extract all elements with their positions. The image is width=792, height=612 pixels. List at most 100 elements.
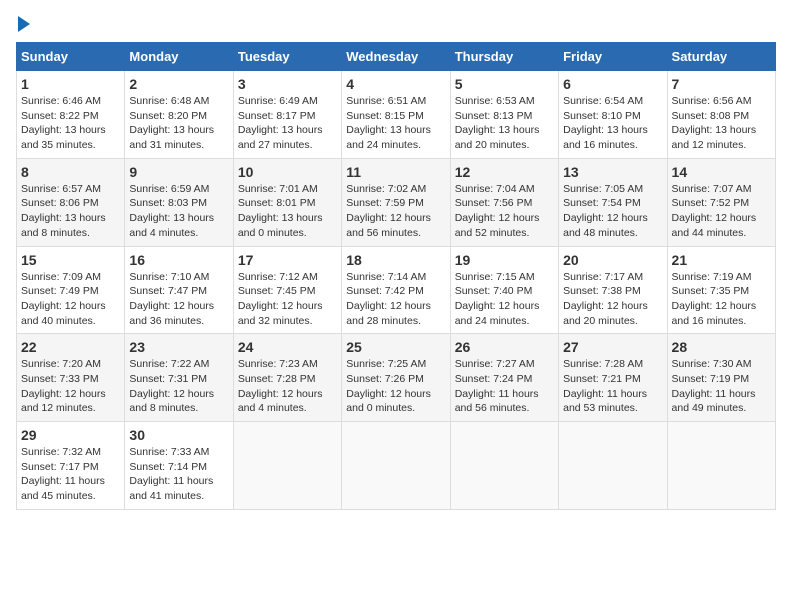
- sunset-label: Sunset: 8:17 PM: [238, 110, 316, 122]
- sunrise-label: Sunrise: 7:28 AM: [563, 358, 643, 370]
- day-info: Sunrise: 7:09 AM Sunset: 7:49 PM Dayligh…: [21, 270, 120, 329]
- sunset-label: Sunset: 7:54 PM: [563, 197, 641, 209]
- calendar-cell: 21 Sunrise: 7:19 AM Sunset: 7:35 PM Dayl…: [667, 246, 775, 334]
- calendar-cell: 5 Sunrise: 6:53 AM Sunset: 8:13 PM Dayli…: [450, 71, 558, 159]
- sunset-label: Sunset: 7:42 PM: [346, 285, 424, 297]
- calendar-week-3: 15 Sunrise: 7:09 AM Sunset: 7:49 PM Dayl…: [17, 246, 776, 334]
- sunrise-label: Sunrise: 7:33 AM: [129, 446, 209, 458]
- daylight-label: Daylight: 13 hours and 12 minutes.: [672, 124, 757, 151]
- day-number: 8: [21, 164, 120, 180]
- sunset-label: Sunset: 8:06 PM: [21, 197, 99, 209]
- daylight-label: Daylight: 12 hours and 36 minutes.: [129, 300, 214, 327]
- calendar-cell: 26 Sunrise: 7:27 AM Sunset: 7:24 PM Dayl…: [450, 334, 558, 422]
- page-header: [16, 16, 776, 32]
- day-number: 6: [563, 76, 662, 92]
- sunrise-label: Sunrise: 6:46 AM: [21, 95, 101, 107]
- day-info: Sunrise: 7:14 AM Sunset: 7:42 PM Dayligh…: [346, 270, 445, 329]
- calendar-cell: 19 Sunrise: 7:15 AM Sunset: 7:40 PM Dayl…: [450, 246, 558, 334]
- calendar-cell: 16 Sunrise: 7:10 AM Sunset: 7:47 PM Dayl…: [125, 246, 233, 334]
- sunrise-label: Sunrise: 7:10 AM: [129, 271, 209, 283]
- day-info: Sunrise: 7:32 AM Sunset: 7:17 PM Dayligh…: [21, 445, 120, 504]
- sunrise-label: Sunrise: 7:01 AM: [238, 183, 318, 195]
- day-number: 2: [129, 76, 228, 92]
- weekday-header-tuesday: Tuesday: [233, 43, 341, 71]
- day-info: Sunrise: 6:49 AM Sunset: 8:17 PM Dayligh…: [238, 94, 337, 153]
- sunrise-label: Sunrise: 6:48 AM: [129, 95, 209, 107]
- day-number: 10: [238, 164, 337, 180]
- day-number: 21: [672, 252, 771, 268]
- day-info: Sunrise: 6:59 AM Sunset: 8:03 PM Dayligh…: [129, 182, 228, 241]
- daylight-label: Daylight: 11 hours and 49 minutes.: [672, 388, 756, 415]
- day-number: 11: [346, 164, 445, 180]
- day-info: Sunrise: 7:30 AM Sunset: 7:19 PM Dayligh…: [672, 357, 771, 416]
- daylight-label: Daylight: 13 hours and 16 minutes.: [563, 124, 648, 151]
- day-info: Sunrise: 7:15 AM Sunset: 7:40 PM Dayligh…: [455, 270, 554, 329]
- daylight-label: Daylight: 11 hours and 56 minutes.: [455, 388, 539, 415]
- sunset-label: Sunset: 7:45 PM: [238, 285, 316, 297]
- calendar-cell: [233, 422, 341, 510]
- weekday-header-thursday: Thursday: [450, 43, 558, 71]
- calendar-cell: 15 Sunrise: 7:09 AM Sunset: 7:49 PM Dayl…: [17, 246, 125, 334]
- day-info: Sunrise: 6:56 AM Sunset: 8:08 PM Dayligh…: [672, 94, 771, 153]
- day-info: Sunrise: 7:20 AM Sunset: 7:33 PM Dayligh…: [21, 357, 120, 416]
- calendar-cell: 18 Sunrise: 7:14 AM Sunset: 7:42 PM Dayl…: [342, 246, 450, 334]
- calendar-cell: 24 Sunrise: 7:23 AM Sunset: 7:28 PM Dayl…: [233, 334, 341, 422]
- weekday-header-friday: Friday: [559, 43, 667, 71]
- day-info: Sunrise: 7:07 AM Sunset: 7:52 PM Dayligh…: [672, 182, 771, 241]
- calendar-cell: 23 Sunrise: 7:22 AM Sunset: 7:31 PM Dayl…: [125, 334, 233, 422]
- sunrise-label: Sunrise: 6:51 AM: [346, 95, 426, 107]
- logo-arrow-icon: [18, 16, 30, 32]
- day-number: 27: [563, 339, 662, 355]
- calendar-cell: [342, 422, 450, 510]
- daylight-label: Daylight: 12 hours and 40 minutes.: [21, 300, 106, 327]
- calendar-week-4: 22 Sunrise: 7:20 AM Sunset: 7:33 PM Dayl…: [17, 334, 776, 422]
- calendar-cell: 28 Sunrise: 7:30 AM Sunset: 7:19 PM Dayl…: [667, 334, 775, 422]
- sunrise-label: Sunrise: 7:05 AM: [563, 183, 643, 195]
- calendar-body: 1 Sunrise: 6:46 AM Sunset: 8:22 PM Dayli…: [17, 71, 776, 510]
- sunset-label: Sunset: 7:28 PM: [238, 373, 316, 385]
- daylight-label: Daylight: 13 hours and 4 minutes.: [129, 212, 214, 239]
- sunrise-label: Sunrise: 7:22 AM: [129, 358, 209, 370]
- day-number: 24: [238, 339, 337, 355]
- sunrise-label: Sunrise: 6:56 AM: [672, 95, 752, 107]
- daylight-label: Daylight: 12 hours and 48 minutes.: [563, 212, 648, 239]
- calendar-cell: 17 Sunrise: 7:12 AM Sunset: 7:45 PM Dayl…: [233, 246, 341, 334]
- calendar-cell: 14 Sunrise: 7:07 AM Sunset: 7:52 PM Dayl…: [667, 158, 775, 246]
- sunrise-label: Sunrise: 7:23 AM: [238, 358, 318, 370]
- day-info: Sunrise: 6:51 AM Sunset: 8:15 PM Dayligh…: [346, 94, 445, 153]
- day-number: 29: [21, 427, 120, 443]
- sunset-label: Sunset: 7:38 PM: [563, 285, 641, 297]
- day-number: 19: [455, 252, 554, 268]
- daylight-label: Daylight: 12 hours and 12 minutes.: [21, 388, 106, 415]
- calendar-cell: 30 Sunrise: 7:33 AM Sunset: 7:14 PM Dayl…: [125, 422, 233, 510]
- weekday-header-wednesday: Wednesday: [342, 43, 450, 71]
- sunset-label: Sunset: 7:56 PM: [455, 197, 533, 209]
- sunrise-label: Sunrise: 7:19 AM: [672, 271, 752, 283]
- daylight-label: Daylight: 12 hours and 4 minutes.: [238, 388, 323, 415]
- day-info: Sunrise: 7:05 AM Sunset: 7:54 PM Dayligh…: [563, 182, 662, 241]
- sunset-label: Sunset: 7:40 PM: [455, 285, 533, 297]
- day-info: Sunrise: 7:10 AM Sunset: 7:47 PM Dayligh…: [129, 270, 228, 329]
- sunset-label: Sunset: 7:21 PM: [563, 373, 641, 385]
- day-info: Sunrise: 6:53 AM Sunset: 8:13 PM Dayligh…: [455, 94, 554, 153]
- calendar-cell: 9 Sunrise: 6:59 AM Sunset: 8:03 PM Dayli…: [125, 158, 233, 246]
- sunset-label: Sunset: 8:15 PM: [346, 110, 424, 122]
- day-info: Sunrise: 6:46 AM Sunset: 8:22 PM Dayligh…: [21, 94, 120, 153]
- calendar-cell: 4 Sunrise: 6:51 AM Sunset: 8:15 PM Dayli…: [342, 71, 450, 159]
- calendar-cell: 29 Sunrise: 7:32 AM Sunset: 7:17 PM Dayl…: [17, 422, 125, 510]
- sunrise-label: Sunrise: 6:54 AM: [563, 95, 643, 107]
- sunset-label: Sunset: 8:10 PM: [563, 110, 641, 122]
- sunrise-label: Sunrise: 7:14 AM: [346, 271, 426, 283]
- sunrise-label: Sunrise: 7:15 AM: [455, 271, 535, 283]
- daylight-label: Daylight: 11 hours and 45 minutes.: [21, 475, 105, 502]
- calendar-week-5: 29 Sunrise: 7:32 AM Sunset: 7:17 PM Dayl…: [17, 422, 776, 510]
- sunset-label: Sunset: 7:26 PM: [346, 373, 424, 385]
- daylight-label: Daylight: 12 hours and 44 minutes.: [672, 212, 757, 239]
- calendar-cell: 3 Sunrise: 6:49 AM Sunset: 8:17 PM Dayli…: [233, 71, 341, 159]
- sunrise-label: Sunrise: 7:17 AM: [563, 271, 643, 283]
- calendar-week-1: 1 Sunrise: 6:46 AM Sunset: 8:22 PM Dayli…: [17, 71, 776, 159]
- sunrise-label: Sunrise: 7:27 AM: [455, 358, 535, 370]
- daylight-label: Daylight: 13 hours and 31 minutes.: [129, 124, 214, 151]
- day-number: 30: [129, 427, 228, 443]
- sunrise-label: Sunrise: 7:25 AM: [346, 358, 426, 370]
